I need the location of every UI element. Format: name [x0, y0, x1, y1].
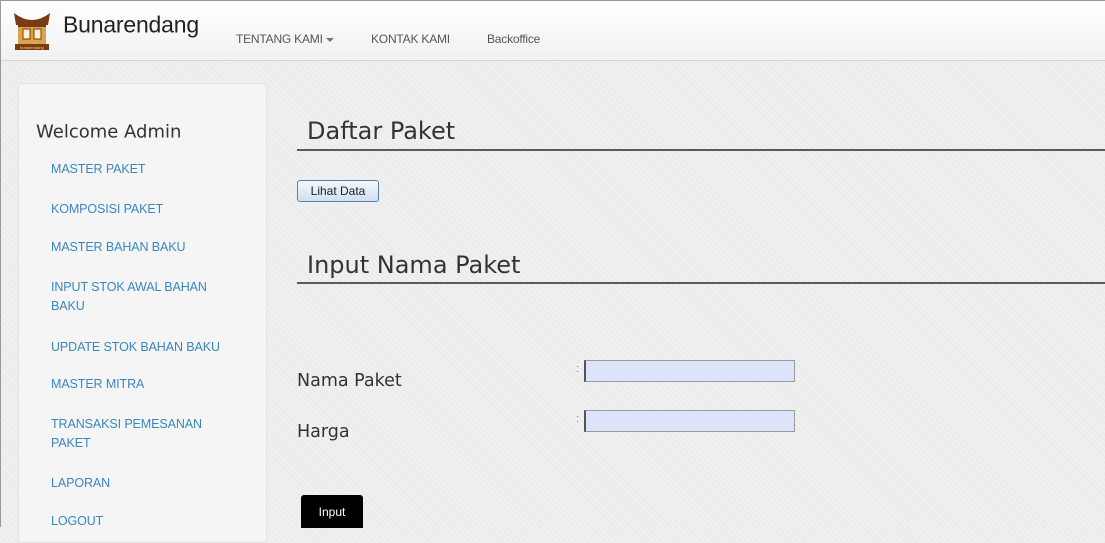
- harga-input[interactable]: [584, 410, 795, 432]
- menu-master-paket[interactable]: MASTER PAKET: [51, 160, 241, 179]
- field-separator: :: [576, 363, 580, 375]
- menu-input-stok-awal-bahan-baku[interactable]: INPUT STOK AWAL BAHAN BAKU: [51, 278, 231, 316]
- menu-master-bahan-baku[interactable]: MASTER BAHAN BAKU: [51, 238, 241, 257]
- nama-paket-input[interactable]: [584, 360, 795, 382]
- menu-master-mitra[interactable]: MASTER MITRA: [51, 375, 241, 394]
- brand-name[interactable]: Bunarendang: [63, 12, 199, 39]
- nav-kontak-kami[interactable]: KONTAK KAMI: [371, 32, 450, 46]
- rumah-gadang-logo-icon[interactable]: bunarendang: [14, 11, 50, 51]
- welcome-heading: Welcome Admin: [36, 121, 182, 143]
- section-divider: [297, 282, 1105, 284]
- harga-label: Harga: [297, 422, 350, 442]
- nav-tentang-kami[interactable]: TENTANG KAMI: [236, 32, 334, 46]
- nama-paket-label: Nama Paket: [297, 371, 402, 391]
- daftar-paket-title: Daftar Paket: [307, 117, 456, 145]
- input-nama-paket-title: Input Nama Paket: [307, 251, 521, 279]
- field-separator: :: [576, 413, 580, 425]
- menu-update-stok-bahan-baku[interactable]: UPDATE STOK BAHAN BAKU: [51, 338, 241, 357]
- menu-laporan[interactable]: LAPORAN: [51, 474, 241, 493]
- top-navbar: bunarendang Bunarendang TENTANG KAMI KON…: [1, 1, 1105, 61]
- menu-komposisi-paket[interactable]: KOMPOSISI PAKET: [51, 200, 241, 219]
- menu-transaksi-pemesanan-paket[interactable]: TRANSAKSI PEMESANAN PAKET: [51, 415, 231, 453]
- lihat-data-button[interactable]: Lihat Data: [297, 180, 379, 202]
- sidebar: Welcome Admin MASTER PAKET KOMPOSISI PAK…: [18, 83, 267, 543]
- caret-down-icon: [325, 37, 334, 42]
- logo-caption: bunarendang: [20, 45, 44, 50]
- menu-logout[interactable]: LOGOUT: [51, 512, 241, 531]
- input-submit-button[interactable]: Input: [301, 495, 363, 528]
- nav-backoffice[interactable]: Backoffice: [487, 32, 540, 46]
- section-divider: [297, 149, 1105, 151]
